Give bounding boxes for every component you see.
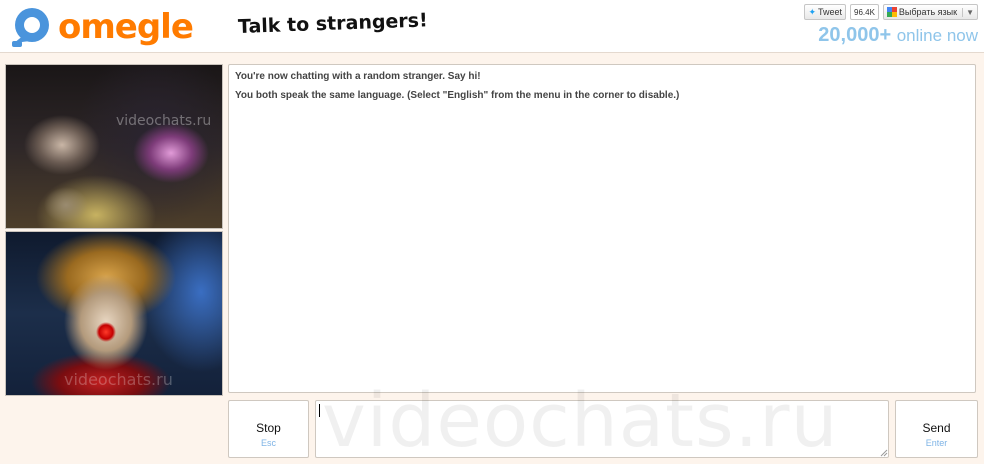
resize-grip-icon[interactable] [880,449,888,457]
video-watermark: videochats.ru [64,370,173,389]
dropdown-arrow-icon: ▼ [962,7,977,17]
twitter-bird-icon: ✦ [808,6,816,17]
chat-log: You're now chatting with a random strang… [228,64,976,393]
logo[interactable]: omegle [10,6,194,48]
text-caret [319,404,320,417]
tweet-button[interactable]: ✦ Tweet [804,4,846,20]
message-input[interactable] [315,400,889,458]
send-button[interactable]: Send Enter [895,400,978,458]
header: omegle Talk to strangers! ✦ Tweet 96.4K … [0,0,984,53]
tweet-label: Tweet [817,7,842,17]
tagline: Talk to strangers! [237,9,429,38]
google-translate-icon [886,7,897,17]
stop-button-label: Stop [256,421,281,435]
status-message: You both speak the same language. (Selec… [235,90,680,101]
logo-text: omegle [58,7,194,47]
send-button-label: Send [922,421,951,435]
stranger-video: videochats.ru [5,64,223,229]
social-bar: ✦ Tweet 96.4K Выбрать язык ▼ [804,4,978,20]
online-number: 20,000+ [818,24,892,46]
language-select-label: Выбрать язык [898,7,958,17]
stop-button-hint: Esc [260,438,276,448]
tweet-count: 96.4K [850,4,879,20]
online-label: online now [896,26,978,45]
language-select[interactable]: Выбрать язык ▼ [882,4,978,20]
online-count: 20,000+ online now [818,24,978,47]
status-message: You're now chatting with a random strang… [235,71,481,82]
logo-icon [12,8,49,47]
self-video: videochats.ru [5,231,223,396]
send-button-hint: Enter [925,438,948,448]
stop-button[interactable]: Stop Esc [228,400,309,458]
video-watermark: videochats.ru [116,113,212,129]
